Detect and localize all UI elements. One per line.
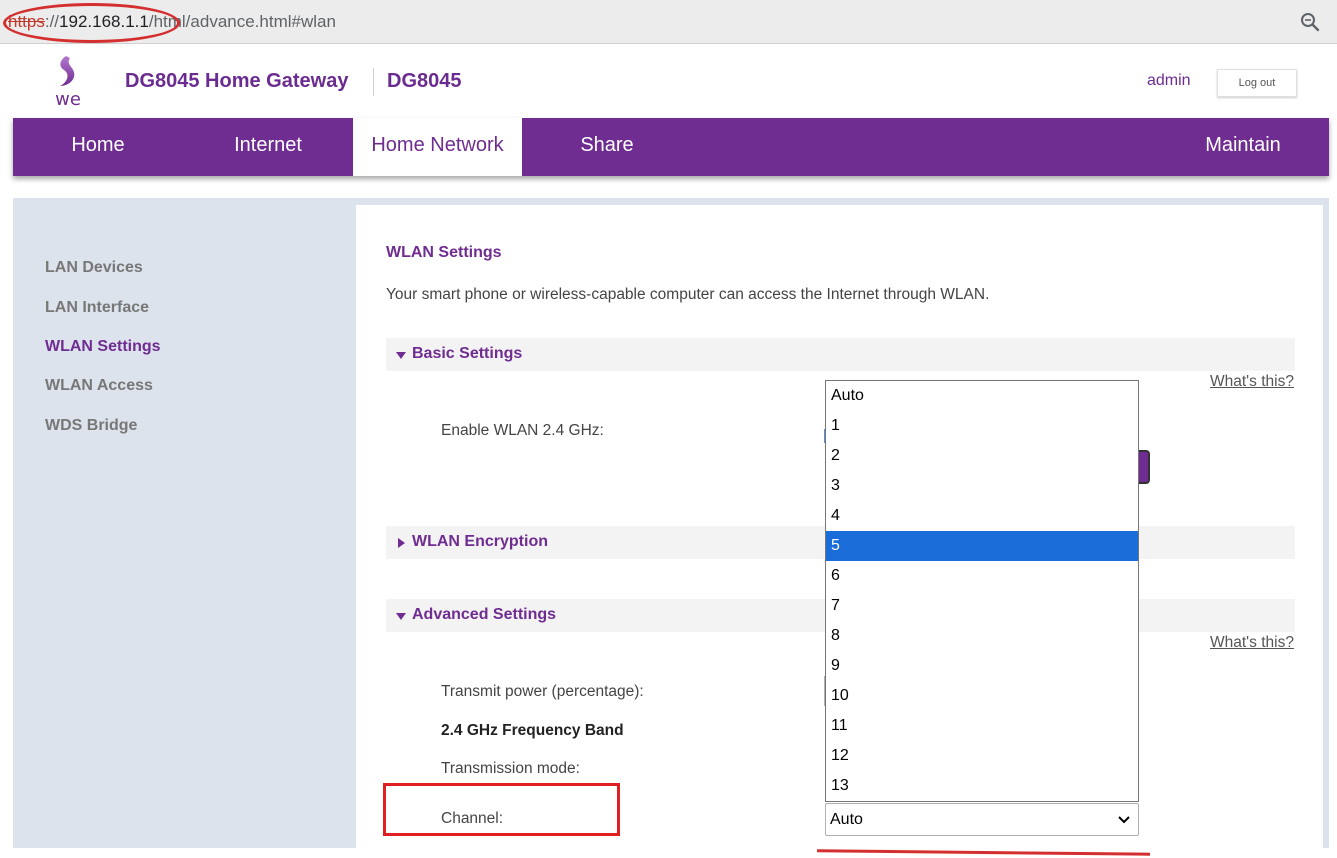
- transmission-mode-label: Transmission mode:: [441, 760, 580, 777]
- sidebar-item-wlan-access[interactable]: WLAN Access: [45, 377, 153, 395]
- nav-home[interactable]: Home: [13, 118, 183, 176]
- gateway-title: DG8045 Home Gateway: [125, 70, 349, 92]
- whats-this-link-basic[interactable]: What's this?: [1210, 373, 1294, 391]
- channel-option-6[interactable]: 6: [826, 561, 1138, 591]
- gateway-header: we DG8045 Home Gateway DG8045 admin Log …: [13, 52, 1329, 118]
- sidebar-item-lan-devices[interactable]: LAN Devices: [45, 259, 143, 277]
- channel-option-10[interactable]: 10: [826, 681, 1138, 711]
- sidebar-item-lan-interface[interactable]: LAN Interface: [45, 299, 149, 317]
- page-title: WLAN Settings: [386, 244, 502, 261]
- channel-option-11[interactable]: 11: [826, 711, 1138, 741]
- nav-home-network[interactable]: Home Network: [353, 118, 522, 176]
- channel-option-3[interactable]: 3: [826, 471, 1138, 501]
- magnifier-icon[interactable]: [1299, 11, 1321, 33]
- expanded-triangle-icon: [396, 613, 406, 620]
- annotation-rectangle: [383, 783, 620, 836]
- expanded-triangle-icon: [396, 352, 406, 359]
- title-divider: [373, 68, 374, 96]
- chevron-down-icon: [1118, 816, 1130, 824]
- channel-option-1[interactable]: 1: [826, 411, 1138, 441]
- channel-option-5[interactable]: 5: [826, 531, 1138, 561]
- nav-maintain[interactable]: Maintain: [1158, 118, 1328, 176]
- channel-select[interactable]: Auto: [825, 803, 1139, 836]
- channel-option-13[interactable]: 13: [826, 771, 1138, 801]
- transmit-power-label: Transmit power (percentage):: [441, 683, 644, 700]
- whats-this-link-advanced[interactable]: What's this?: [1210, 634, 1294, 652]
- collapsed-triangle-icon: [398, 538, 405, 548]
- nav-share[interactable]: Share: [522, 118, 692, 176]
- logo-text: we: [55, 89, 81, 108]
- channel-option-7[interactable]: 7: [826, 591, 1138, 621]
- band-heading: 2.4 GHz Frequency Band: [441, 722, 624, 739]
- section-label: WLAN Encryption: [412, 533, 548, 550]
- channel-option-2[interactable]: 2: [826, 441, 1138, 471]
- channel-option-9[interactable]: 9: [826, 651, 1138, 681]
- browser-address-bar: https://192.168.1.1/html/advance.html#wl…: [0, 0, 1337, 44]
- section-label: Advanced Settings: [412, 606, 557, 623]
- gateway-model: DG8045: [387, 70, 462, 92]
- section-label: Basic Settings: [412, 345, 523, 362]
- user-name: admin: [1147, 72, 1191, 89]
- sidebar-item-wlan-settings[interactable]: WLAN Settings: [45, 338, 161, 356]
- sidebar-item-wds-bridge[interactable]: WDS Bridge: [45, 417, 137, 435]
- nav-internet[interactable]: Internet: [183, 118, 353, 176]
- channel-option-4[interactable]: 4: [826, 501, 1138, 531]
- main-nav: Home Internet Home Network Share Maintai…: [13, 118, 1329, 176]
- section-basic-settings[interactable]: Basic Settings: [386, 338, 1295, 371]
- channel-option-auto[interactable]: Auto: [826, 381, 1138, 411]
- channel-option-8[interactable]: 8: [826, 621, 1138, 651]
- logout-button[interactable]: Log out: [1217, 69, 1297, 97]
- channel-dropdown-list[interactable]: Auto 1 2 3 4 5 6 7 8 9 10 11 12 13: [825, 380, 1139, 802]
- annotation-underline: [816, 849, 1151, 856]
- annotation-ellipse: [3, 3, 180, 43]
- enable-wlan-label: Enable WLAN 2.4 GHz:: [441, 422, 604, 439]
- channel-select-value: Auto: [830, 811, 863, 828]
- channel-option-12[interactable]: 12: [826, 741, 1138, 771]
- we-logo: we: [55, 56, 81, 108]
- page-description: Your smart phone or wireless-capable com…: [386, 286, 990, 303]
